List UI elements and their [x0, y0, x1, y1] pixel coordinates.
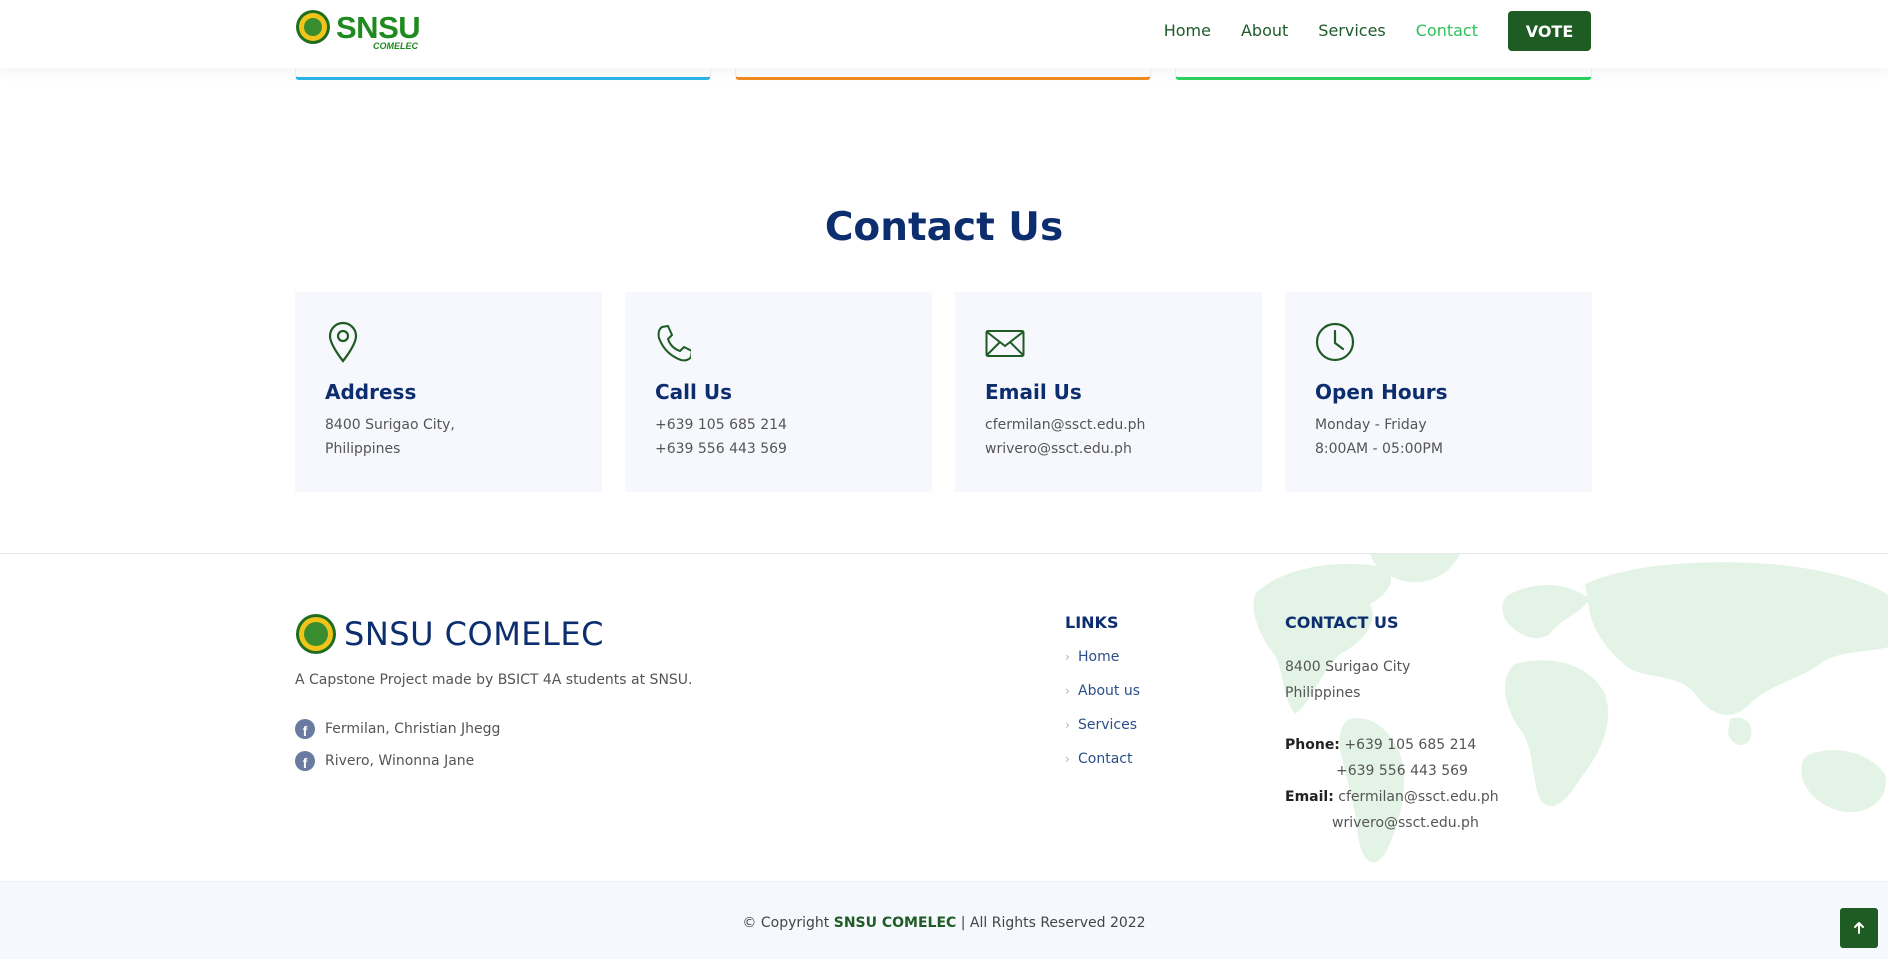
email-value: cfermilan@ssct.edu.ph — [1338, 789, 1499, 805]
copyright-suffix: | All Rights Reserved 2022 — [960, 915, 1146, 931]
copyright-bar: © Copyright SNSU COMELEC | All Rights Re… — [0, 881, 1888, 959]
main-nav: Home About Services Contact VOTE — [1164, 11, 1591, 51]
clock-icon — [1315, 322, 1355, 362]
social-link[interactable]: f Fermilan, Christian Jhegg — [295, 719, 500, 739]
info-title: Address — [325, 380, 417, 404]
info-line: Philippines — [325, 441, 401, 457]
info-title: Email Us — [985, 380, 1082, 404]
site-footer: SNSU COMELEC A Capstone Project made by … — [0, 553, 1888, 881]
info-line: cfermilan@ssct.edu.ph — [985, 417, 1146, 433]
copyright-prefix: © Copyright — [742, 915, 830, 931]
footer-link-about[interactable]: › About us — [1065, 683, 1140, 699]
seal-icon — [296, 10, 330, 44]
chevron-right-icon: › — [1065, 718, 1070, 732]
info-line: Monday - Friday — [1315, 417, 1427, 433]
chevron-right-icon: › — [1065, 752, 1070, 766]
info-line: 8400 Surigao City, — [325, 417, 455, 433]
chevron-right-icon: › — [1065, 650, 1070, 664]
envelope-icon — [985, 330, 1025, 357]
arrow-up-icon — [1854, 922, 1864, 934]
social-name: Rivero, Winonna Jane — [325, 753, 475, 769]
info-box-address: Address 8400 Surigao City, Philippines — [295, 292, 602, 492]
footer-brand: SNSU COMELEC — [296, 614, 604, 654]
site-logo[interactable]: SNSU COMELEC — [296, 10, 421, 52]
phone-value: +639 105 685 214 — [1344, 737, 1477, 753]
info-box-email: Email Us cfermilan@ssct.edu.ph wrivero@s… — [955, 292, 1262, 492]
footer-links-heading: LINKS — [1065, 613, 1119, 632]
social-name: Fermilan, Christian Jhegg — [325, 721, 501, 737]
footer-link-services[interactable]: › Services — [1065, 717, 1137, 733]
info-line: wrivero@ssct.edu.ph — [985, 441, 1132, 457]
address-line: Philippines — [1285, 685, 1361, 701]
info-line: 8:00AM - 05:00PM — [1315, 441, 1443, 457]
info-box-hours: Open Hours Monday - Friday 8:00AM - 05:0… — [1285, 292, 1592, 492]
map-pin-icon — [328, 321, 358, 363]
facebook-icon: f — [295, 719, 315, 739]
info-title: Call Us — [655, 380, 732, 404]
info-title: Open Hours — [1315, 380, 1448, 404]
copyright-text: © Copyright SNSU COMELEC | All Rights Re… — [0, 915, 1888, 931]
phone-icon — [657, 325, 691, 362]
info-box-call: Call Us +639 105 685 214 +639 556 443 56… — [625, 292, 932, 492]
footer-contact-details: 8400 Surigao City Philippines Phone: +63… — [1285, 654, 1525, 836]
footer-contact-heading: CONTACT US — [1285, 613, 1399, 632]
vote-button[interactable]: VOTE — [1508, 11, 1591, 51]
email-value: wrivero@ssct.edu.ph — [1332, 815, 1479, 831]
site-header: SNSU COMELEC Home About Services Contact… — [0, 0, 1888, 68]
contact-section-title: Contact Us — [824, 205, 1064, 250]
chevron-right-icon: › — [1065, 684, 1070, 698]
email-label: Email: — [1285, 789, 1334, 805]
phone-value: +639 556 443 569 — [1336, 763, 1468, 779]
back-to-top-button[interactable] — [1840, 908, 1878, 948]
nav-services[interactable]: Services — [1318, 11, 1385, 51]
footer-description: A Capstone Project made by BSICT 4A stud… — [295, 672, 693, 688]
nav-about[interactable]: About — [1241, 11, 1288, 51]
address-line: 8400 Surigao City — [1285, 659, 1411, 675]
info-line: +639 556 443 569 — [655, 441, 787, 457]
social-link[interactable]: f Rivero, Winonna Jane — [295, 751, 474, 771]
logo-sub-text: COMELEC — [373, 41, 418, 51]
footer-link-contact[interactable]: › Contact — [1065, 751, 1132, 767]
footer-link-label: Services — [1078, 717, 1138, 733]
footer-link-label: Contact — [1078, 751, 1133, 767]
logo-text: SNSU COMELEC — [336, 10, 421, 52]
footer-link-label: About us — [1078, 683, 1141, 699]
seal-icon — [296, 614, 336, 654]
footer-brand-name: SNSU COMELEC — [344, 615, 604, 653]
nav-contact[interactable]: Contact — [1416, 11, 1478, 51]
footer-link-home[interactable]: › Home — [1065, 649, 1119, 665]
info-line: +639 105 685 214 — [655, 417, 787, 433]
facebook-icon: f — [295, 751, 315, 771]
phone-label: Phone: — [1285, 737, 1340, 753]
footer-link-label: Home — [1078, 649, 1120, 665]
copyright-brand: SNSU COMELEC — [833, 915, 957, 931]
nav-home[interactable]: Home — [1164, 11, 1211, 51]
